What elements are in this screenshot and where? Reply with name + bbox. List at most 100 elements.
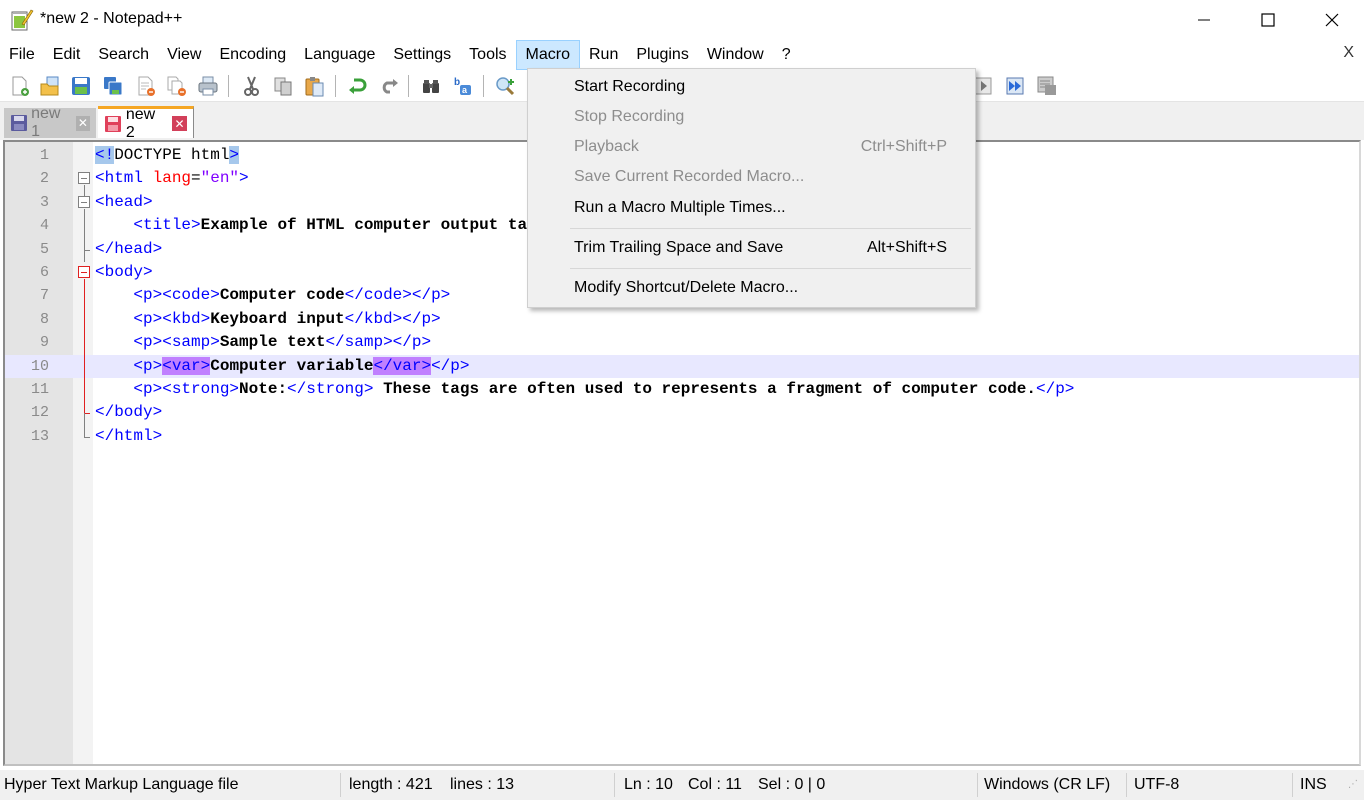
- code-token: <body>: [95, 262, 153, 281]
- code-token: <p><code>: [133, 286, 220, 305]
- redo-button[interactable]: [376, 73, 402, 99]
- zoom-in-button[interactable]: [492, 73, 518, 99]
- save-macro-button[interactable]: [1034, 73, 1060, 99]
- code-token: >: [229, 146, 240, 164]
- close-file-icon: [138, 76, 155, 96]
- status-insert-mode: INS: [1300, 776, 1327, 793]
- save-button[interactable]: [68, 73, 94, 99]
- toolbar-separator: [335, 75, 336, 97]
- code-line[interactable]: 8 <p><kbd>Keyboard input</kbd></p>: [5, 307, 1359, 332]
- code-text: <p><var>Computer variable</var></p>: [95, 355, 469, 378]
- cut-button[interactable]: [238, 73, 264, 99]
- status-bar: Hyper Text Markup Language file length :…: [0, 770, 1364, 800]
- new-file-button[interactable]: [7, 73, 33, 99]
- open-file-button[interactable]: [37, 73, 63, 99]
- menu-file[interactable]: File: [0, 40, 44, 70]
- toolbar-separator: [408, 75, 409, 97]
- code-line[interactable]: 11 <p><strong>Note:</strong> These tags …: [5, 377, 1359, 402]
- save-icon: [72, 77, 90, 95]
- cut-icon: [244, 76, 259, 96]
- find-button[interactable]: [418, 73, 444, 99]
- open-file-icon: [40, 76, 59, 96]
- tab-close-button[interactable]: ✕: [172, 116, 187, 131]
- menu-item-label: Start Recording: [574, 78, 686, 95]
- fold-toggle-icon[interactable]: [77, 261, 91, 285]
- status-divider: [977, 773, 978, 797]
- menu-separator: [570, 228, 971, 229]
- menu-window[interactable]: Window: [698, 40, 773, 70]
- menu-item-modify-shortcut-delete-macro[interactable]: Modify Shortcut/Delete Macro...: [528, 273, 975, 303]
- run-macro-multiple-button[interactable]: [1002, 73, 1028, 99]
- code-line[interactable]: 9 <p><samp>Sample text</samp></p>: [5, 331, 1359, 356]
- fold-line: [77, 377, 91, 402]
- menu-macro[interactable]: Macro: [515, 40, 580, 70]
- paste-button[interactable]: [302, 73, 328, 99]
- code-token: </html>: [95, 426, 163, 445]
- code-line[interactable]: 13 </html>: [5, 424, 1359, 448]
- code-line[interactable]: 10 <p><var>Computer variable</var></p>: [5, 354, 1359, 379]
- menu-item-label: Modify Shortcut/Delete Macro...: [574, 279, 799, 296]
- code-token: >: [239, 169, 249, 188]
- tab-new-1[interactable]: new 1 ✕: [4, 105, 96, 140]
- fold-toggle-icon[interactable]: [77, 190, 91, 215]
- code-text: <body>: [95, 261, 153, 284]
- unsaved-file-icon: [105, 115, 121, 132]
- line-number: 11: [30, 380, 49, 398]
- replace-button[interactable]: ba: [450, 73, 476, 99]
- menu-language[interactable]: Language: [295, 40, 384, 70]
- menu-item-shortcut: Alt+Shift+S: [866, 239, 947, 256]
- menu-view[interactable]: View: [158, 40, 210, 70]
- close-window-button[interactable]: [1300, 0, 1364, 40]
- code-token: Computer code: [219, 286, 345, 305]
- menu-plugins[interactable]: Plugins: [627, 40, 697, 70]
- tab-close-button[interactable]: ✕: [75, 115, 90, 131]
- print-button[interactable]: [195, 73, 221, 99]
- close-all-button[interactable]: [164, 73, 190, 99]
- menu-settings[interactable]: Settings: [384, 40, 460, 70]
- status-length: length : 421: [349, 776, 433, 793]
- line-number: 9: [39, 334, 49, 352]
- menu-tools[interactable]: Tools: [460, 40, 515, 70]
- resize-grip-icon[interactable]: ⋰: [1348, 770, 1358, 800]
- code-text: <p><samp>Sample text</samp></p>: [95, 331, 431, 354]
- copy-button[interactable]: [270, 73, 296, 99]
- menu-item-start-recording[interactable]: Start Recording: [528, 72, 975, 102]
- undo-button[interactable]: [344, 73, 370, 99]
- close-file-button[interactable]: [133, 73, 159, 99]
- code-token: </head>: [95, 239, 163, 258]
- menu-run[interactable]: Run: [580, 40, 627, 70]
- menu-help[interactable]: ?: [773, 40, 800, 70]
- macro-save-icon: [1037, 76, 1056, 95]
- close-document-button[interactable]: X: [1343, 44, 1354, 62]
- menu-item-label: Run a Macro Multiple Times...: [574, 199, 786, 216]
- code-text: </head>: [95, 238, 162, 261]
- maximize-button[interactable]: [1236, 0, 1300, 40]
- code-token: </strong>: [287, 379, 374, 398]
- menu-search[interactable]: Search: [89, 40, 158, 70]
- code-token: <title>: [133, 216, 201, 235]
- code-token: </p>: [1035, 379, 1075, 398]
- undo-icon: [349, 78, 367, 94]
- menu-item-trim-trailing-space-and-save[interactable]: Trim Trailing Space and Save Alt+Shift+S: [528, 233, 975, 263]
- code-token: "en": [200, 169, 240, 188]
- menu-edit[interactable]: Edit: [44, 40, 90, 70]
- menu-encoding[interactable]: Encoding: [210, 40, 295, 70]
- code-text: <html lang="en">: [95, 167, 249, 190]
- code-token: <p><samp>: [133, 333, 220, 352]
- code-token: <var>: [162, 356, 211, 375]
- code-line[interactable]: 12 </body>: [5, 401, 1359, 426]
- line-number: 12: [30, 404, 49, 422]
- macro-dropdown-menu: Start Recording Stop Recording Playback …: [527, 68, 976, 308]
- notepadpp-app-icon: [10, 8, 34, 32]
- code-token: Sample text: [219, 333, 326, 352]
- line-number: 7: [39, 287, 49, 305]
- minimize-button[interactable]: [1172, 0, 1236, 40]
- menu-bar: File Edit Search View Encoding Language Settin…: [0, 40, 1364, 70]
- fold-toggle-icon[interactable]: [77, 167, 91, 192]
- tab-label: new 1: [31, 105, 61, 140]
- close-icon: [1325, 13, 1339, 27]
- tab-new-2[interactable]: new 2 ✕: [98, 106, 194, 141]
- menu-item-run-macro-multiple-times[interactable]: Run a Macro Multiple Times...: [528, 193, 975, 223]
- save-all-button[interactable]: [100, 73, 126, 99]
